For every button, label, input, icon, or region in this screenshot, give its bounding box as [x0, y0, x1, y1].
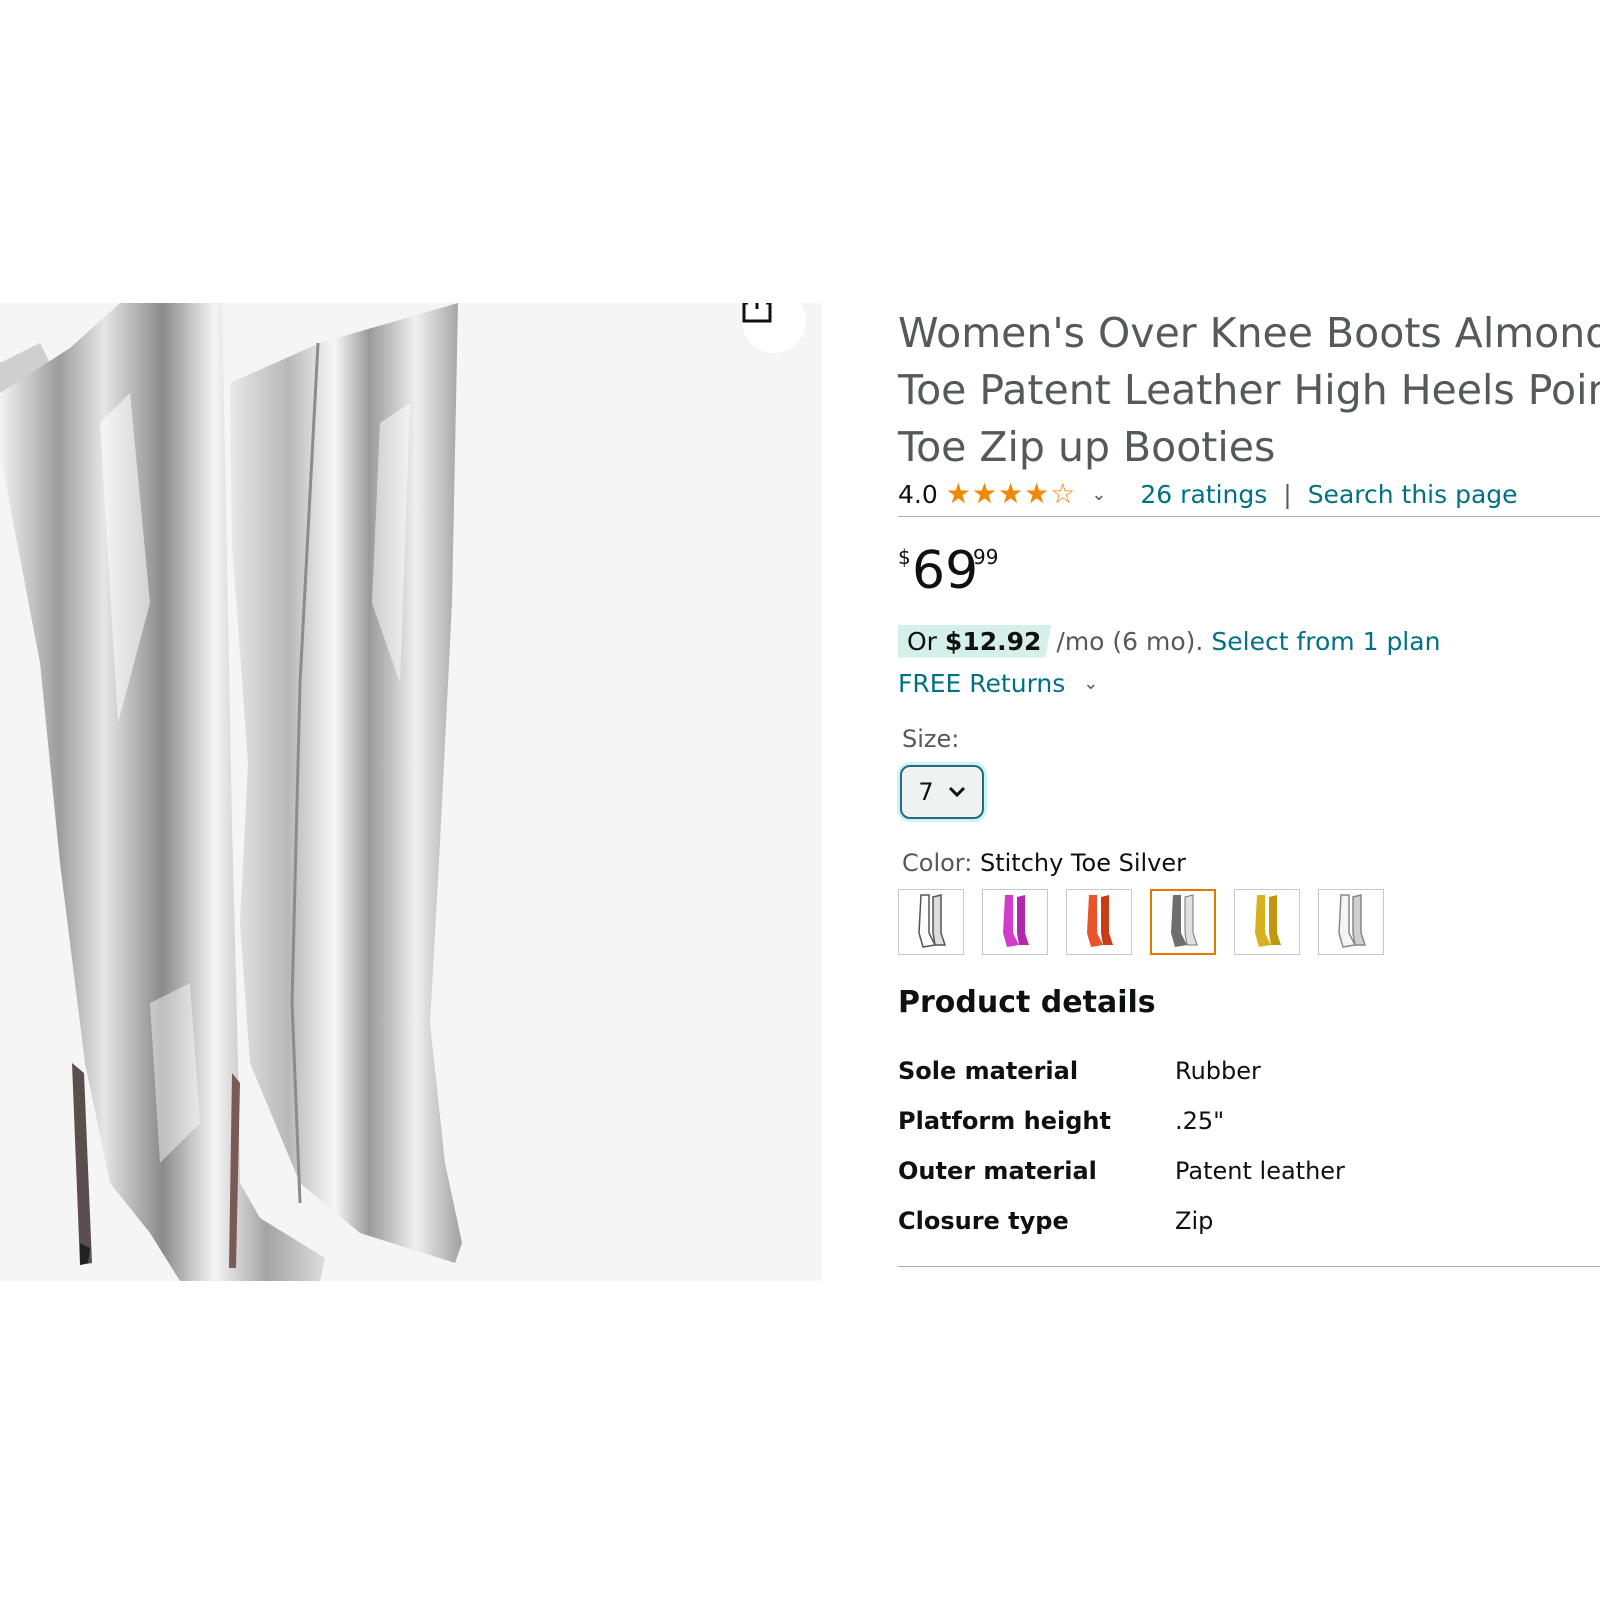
ratings-link[interactable]: 26 ratings	[1140, 480, 1267, 509]
boot-thumbnail	[1171, 894, 1198, 947]
size-dropdown[interactable]: 7	[900, 765, 984, 819]
color-swatch-pink[interactable]	[982, 889, 1048, 955]
installment-amount: $12.92	[944, 626, 1042, 656]
star-filled-icon: ★	[997, 477, 1024, 510]
table-row: Sole material Rubber	[898, 1046, 1345, 1096]
free-returns-link[interactable]: FREE Returns	[898, 669, 1065, 698]
color-swatch-orange[interactable]	[1066, 889, 1132, 955]
product-details-table: Sole material Rubber Platform height .25…	[898, 1046, 1345, 1246]
boot-thumbnail	[1087, 895, 1113, 947]
color-swatch-gold[interactable]	[1234, 889, 1300, 955]
boot-thumbnail	[1003, 895, 1029, 947]
boot-thumbnail	[1255, 895, 1281, 947]
search-page-link[interactable]: Search this page	[1308, 480, 1518, 509]
table-row: Outer material Patent leather	[898, 1146, 1345, 1196]
detail-value: Rubber	[1175, 1057, 1261, 1085]
detail-key: Sole material	[898, 1057, 1079, 1085]
product-title-line: Toe Zip up Booties	[898, 423, 1276, 471]
boot-thumbnail	[1338, 894, 1367, 948]
star-filled-icon: ★	[971, 477, 997, 510]
chevron-down-icon	[948, 786, 965, 798]
product-page: Women's Over Knee Boots Almond Toe Paten…	[0, 0, 1600, 1600]
product-details-heading: Product details	[898, 985, 1156, 1020]
detail-value: .25"	[1175, 1107, 1225, 1135]
installment-offer: Or $12.92 /mo (6 mo). Select from 1 plan	[898, 623, 1600, 659]
rating-value: 4.0	[898, 479, 938, 509]
size-selected-value: 7	[918, 778, 934, 806]
color-swatch-outline-silver[interactable]	[898, 889, 964, 955]
product-title-line: Women's Over Knee Boots Almond	[898, 309, 1600, 357]
divider	[898, 1266, 1600, 1267]
installment-terms: /mo (6 mo).	[1056, 626, 1204, 656]
price: $ 69 99	[898, 541, 1600, 601]
detail-value: Patent leather	[1175, 1157, 1345, 1185]
installment-prefix: Or	[907, 626, 937, 656]
star-empty-icon: ☆	[1050, 477, 1076, 510]
color-swatch-stitchy-silver[interactable]	[1150, 889, 1216, 955]
size-label: Size:	[902, 725, 960, 753]
price-currency: $	[898, 545, 911, 569]
rating-row: 4.0 ★ ★ ★ ★ ☆ ⌄ 26 ratings | Search this…	[898, 476, 1600, 517]
detail-key: Outer material	[898, 1157, 1097, 1185]
product-title-line: Toe Patent Leather High Heels Point	[898, 366, 1600, 414]
detail-value: Zip	[1175, 1207, 1214, 1235]
price-fraction: 99	[973, 545, 999, 569]
boot-thumbnail	[918, 894, 947, 948]
price-whole: 69	[912, 541, 979, 601]
color-label-text: Color:	[902, 849, 973, 877]
star-filled-icon: ★	[945, 477, 971, 510]
chevron-down-icon[interactable]: ⌄	[1091, 484, 1106, 505]
star-rating[interactable]: ★ ★ ★ ★ ☆	[946, 480, 1076, 508]
product-info: Women's Over Knee Boots Almond Toe Paten…	[898, 305, 1600, 1267]
chevron-down-icon[interactable]: ⌄	[1083, 673, 1098, 694]
detail-key: Platform height	[898, 1107, 1111, 1135]
table-row: Platform height .25"	[898, 1096, 1345, 1146]
product-image[interactable]	[0, 303, 822, 1281]
star-filled-icon: ★	[1024, 477, 1050, 510]
detail-key: Closure type	[898, 1207, 1069, 1235]
share-icon	[742, 303, 772, 323]
color-swatches	[898, 889, 1600, 955]
free-returns[interactable]: FREE Returns ⌄	[898, 665, 1600, 701]
select-plan-link[interactable]: Select from 1 plan	[1211, 627, 1440, 656]
color-label: Color: Stitchy Toe Silver	[902, 849, 1600, 877]
color-selected-value: Stitchy Toe Silver	[979, 849, 1186, 877]
color-swatch-silver-outline[interactable]	[1318, 889, 1384, 955]
installment-badge: Or $12.92	[898, 624, 1052, 658]
table-row: Closure type Zip	[898, 1196, 1345, 1246]
boots-illustration	[0, 303, 462, 1281]
product-title: Women's Over Knee Boots Almond Toe Paten…	[898, 305, 1600, 476]
separator: |	[1283, 479, 1292, 509]
